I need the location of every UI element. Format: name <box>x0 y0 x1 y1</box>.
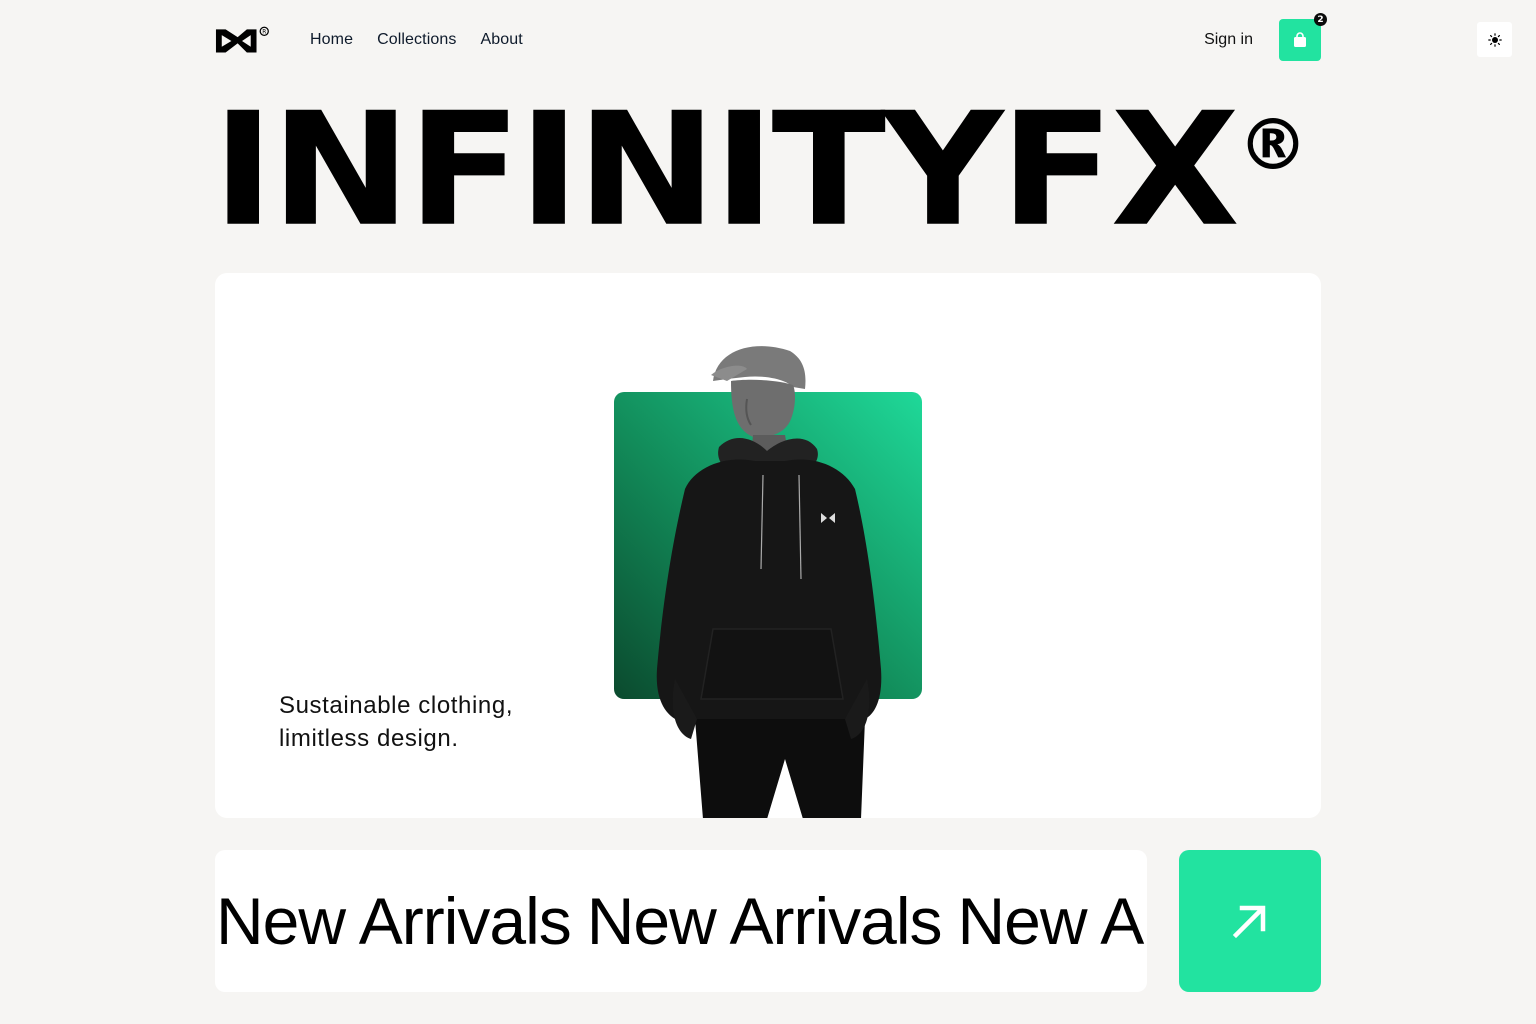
new-arrivals-marquee[interactable]: New ArrivalsNew ArrivalsNew Arrivals <box>215 850 1147 992</box>
infinityfx-logo-icon: R <box>215 26 269 53</box>
hero-tagline: Sustainable clothing, limitless design. <box>279 689 513 755</box>
tagline-line-2: limitless design. <box>279 725 459 752</box>
marquee-item: New Arrivals <box>586 884 943 958</box>
marquee-item: New Arrivals <box>957 884 1148 958</box>
nav-home[interactable]: Home <box>310 31 353 49</box>
hero-banner: Sustainable clothing, limitless design. <box>215 273 1321 818</box>
new-arrivals-arrow-button[interactable] <box>1179 850 1321 992</box>
nav-about[interactable]: About <box>480 31 522 49</box>
header-actions: Sign in 2 <box>1204 13 1327 61</box>
sign-in-link[interactable]: Sign in <box>1204 31 1253 49</box>
sun-icon <box>1487 32 1502 47</box>
cart-count-badge: 2 <box>1314 13 1327 26</box>
site-header: R Home Collections About Sign in 2 <box>215 13 1327 62</box>
logo[interactable]: R <box>215 24 271 56</box>
svg-text:R: R <box>262 29 266 35</box>
brand-headline: INFINITYFX ® <box>212 78 1309 261</box>
registered-mark: ® <box>1238 104 1309 186</box>
model-in-hoodie-image <box>656 346 882 818</box>
main-nav: Home Collections About <box>310 31 523 49</box>
cart-button[interactable]: 2 <box>1279 13 1327 61</box>
marquee-track: New ArrivalsNew ArrivalsNew Arrivals <box>215 883 1147 959</box>
brand-name: INFINITYFX <box>212 78 1240 261</box>
tagline-line-1: Sustainable clothing, <box>279 692 514 719</box>
marquee-item: New Arrivals <box>216 884 572 958</box>
shopping-bag-icon <box>1294 32 1306 47</box>
nav-collections[interactable]: Collections <box>377 31 456 49</box>
theme-toggle-button[interactable] <box>1477 22 1512 57</box>
arrow-up-right-icon <box>1232 905 1266 939</box>
